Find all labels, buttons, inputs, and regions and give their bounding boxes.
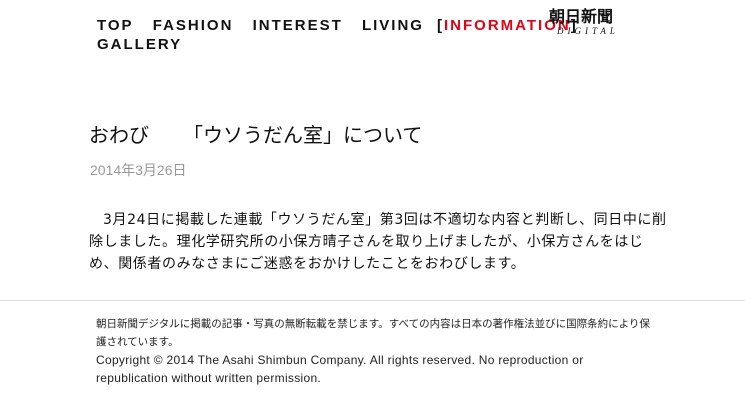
footer-copyright: Copyright © 2014 The Asahi Shimbun Compa… [96, 353, 584, 385]
footer: 朝日新聞デジタルに掲載の記事・写真の無断転載を禁じます。すべての内容は日本の著作… [96, 315, 656, 387]
article-title: おわび 「ウソうだん室」について [89, 119, 422, 148]
nav-bracket-open: [ [436, 17, 444, 34]
nav-item-fashion[interactable]: FASHION [153, 16, 234, 35]
nav-item-top[interactable]: TOP [97, 16, 134, 35]
article-body: 3月24日に掲載した連載「ウソうだん室」第3回は不適切な内容と判断し、同日中に削… [89, 212, 667, 272]
nav-item-gallery[interactable]: GALLERY [97, 35, 182, 54]
global-nav: TOP FASHION INTEREST LIVING [INFORMATION]… [97, 16, 617, 54]
title-prefix: おわび [89, 123, 149, 147]
footer-divider [0, 300, 745, 301]
title-main: 「ウソうだん室」について [183, 123, 423, 147]
nav-item-interest[interactable]: INTEREST [253, 16, 343, 35]
logo-name: 朝日新聞 [549, 7, 614, 26]
article-date: 2014年3月26日 [90, 162, 187, 178]
footer-notice: 朝日新聞デジタルに掲載の記事・写真の無断転載を禁じます。すべての内容は日本の著作… [96, 318, 650, 348]
asahi-logo[interactable]: 朝日新聞 DIGITAL [549, 7, 619, 42]
logo-sub: DIGITAL [557, 26, 619, 36]
nav-item-living[interactable]: LIVING [362, 16, 424, 35]
